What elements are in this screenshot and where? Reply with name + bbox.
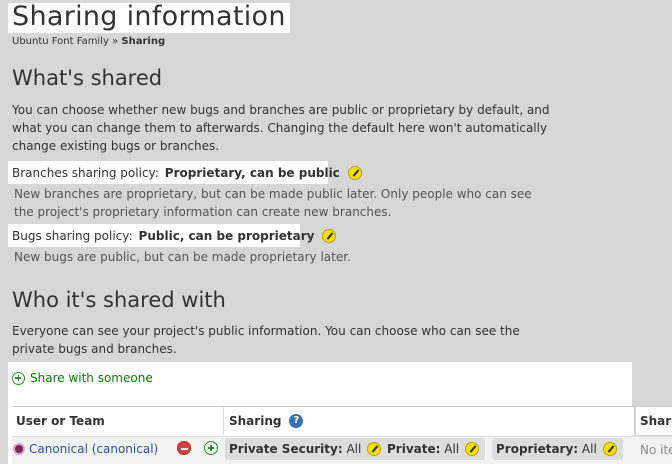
branches-policy-note: New branches are proprietary, but can be… xyxy=(14,187,532,219)
bugs-policy-note: New bugs are public, but can be made pro… xyxy=(14,250,351,264)
pencil-edit-icon[interactable] xyxy=(367,442,382,456)
chip-value: All xyxy=(444,442,460,456)
chip-label: Private Security: xyxy=(229,442,343,456)
branches-policy-value: Proprietary, can be public xyxy=(164,166,340,180)
bugs-policy-value: Public, can be proprietary xyxy=(138,229,315,243)
remove-sharee-icon[interactable] xyxy=(177,441,191,455)
column-header-user[interactable]: User or Team xyxy=(12,407,224,435)
column-header-sharing-label: Sharing xyxy=(229,414,282,428)
sharee-link[interactable]: Canonical (canonical) xyxy=(29,442,158,456)
column-header-shared-items[interactable]: Share xyxy=(636,407,672,435)
pencil-edit-icon[interactable] xyxy=(465,442,480,456)
pencil-edit-icon[interactable] xyxy=(602,442,617,456)
chip-value: All xyxy=(581,442,597,456)
add-sharing-icon[interactable] xyxy=(204,441,218,455)
branches-policy-label: Branches sharing policy: xyxy=(12,166,159,180)
page-title: Sharing information xyxy=(12,1,286,32)
plus-circle-icon xyxy=(12,371,25,385)
sharing-chip-private: Private: All xyxy=(383,438,486,460)
whats-shared-description: You can choose whether new bugs and bran… xyxy=(12,103,550,153)
column-header-sharing[interactable]: Sharing ? xyxy=(225,407,635,435)
who-shared-heading: Who it's shared with xyxy=(12,288,226,312)
question-icon[interactable]: ? xyxy=(289,414,304,428)
who-shared-description: Everyone can see your project's public i… xyxy=(12,324,520,356)
share-with-someone-link[interactable]: Share with someone xyxy=(12,371,153,385)
sharee-person: Canonical (canonical) xyxy=(13,442,158,456)
chip-label: Proprietary: xyxy=(496,442,579,456)
branches-policy-row: Branches sharing policy: Proprietary, ca… xyxy=(12,164,362,182)
breadcrumb-separator: » xyxy=(112,36,119,47)
sharing-chip-private-security: Private Security: All xyxy=(225,438,388,460)
team-icon xyxy=(13,443,25,455)
breadcrumb: Ubuntu Font Family » Sharing xyxy=(12,36,165,47)
sharing-chip-proprietary: Proprietary: All xyxy=(492,438,623,460)
share-with-someone-label: Share with someone xyxy=(30,371,153,385)
pencil-edit-icon[interactable] xyxy=(347,166,362,180)
whats-shared-heading: What's shared xyxy=(12,66,163,90)
pencil-edit-icon[interactable] xyxy=(322,229,337,243)
bugs-policy-row: Bugs sharing policy: Public, can be prop… xyxy=(12,227,337,245)
breadcrumb-current: Sharing xyxy=(121,36,166,47)
chip-label: Private: xyxy=(387,442,441,456)
breadcrumb-project-link[interactable]: Ubuntu Font Family xyxy=(12,36,109,47)
shared-items-cell: No ite xyxy=(640,443,672,457)
bugs-policy-label: Bugs sharing policy: xyxy=(12,229,133,243)
chip-value: All xyxy=(346,442,362,456)
